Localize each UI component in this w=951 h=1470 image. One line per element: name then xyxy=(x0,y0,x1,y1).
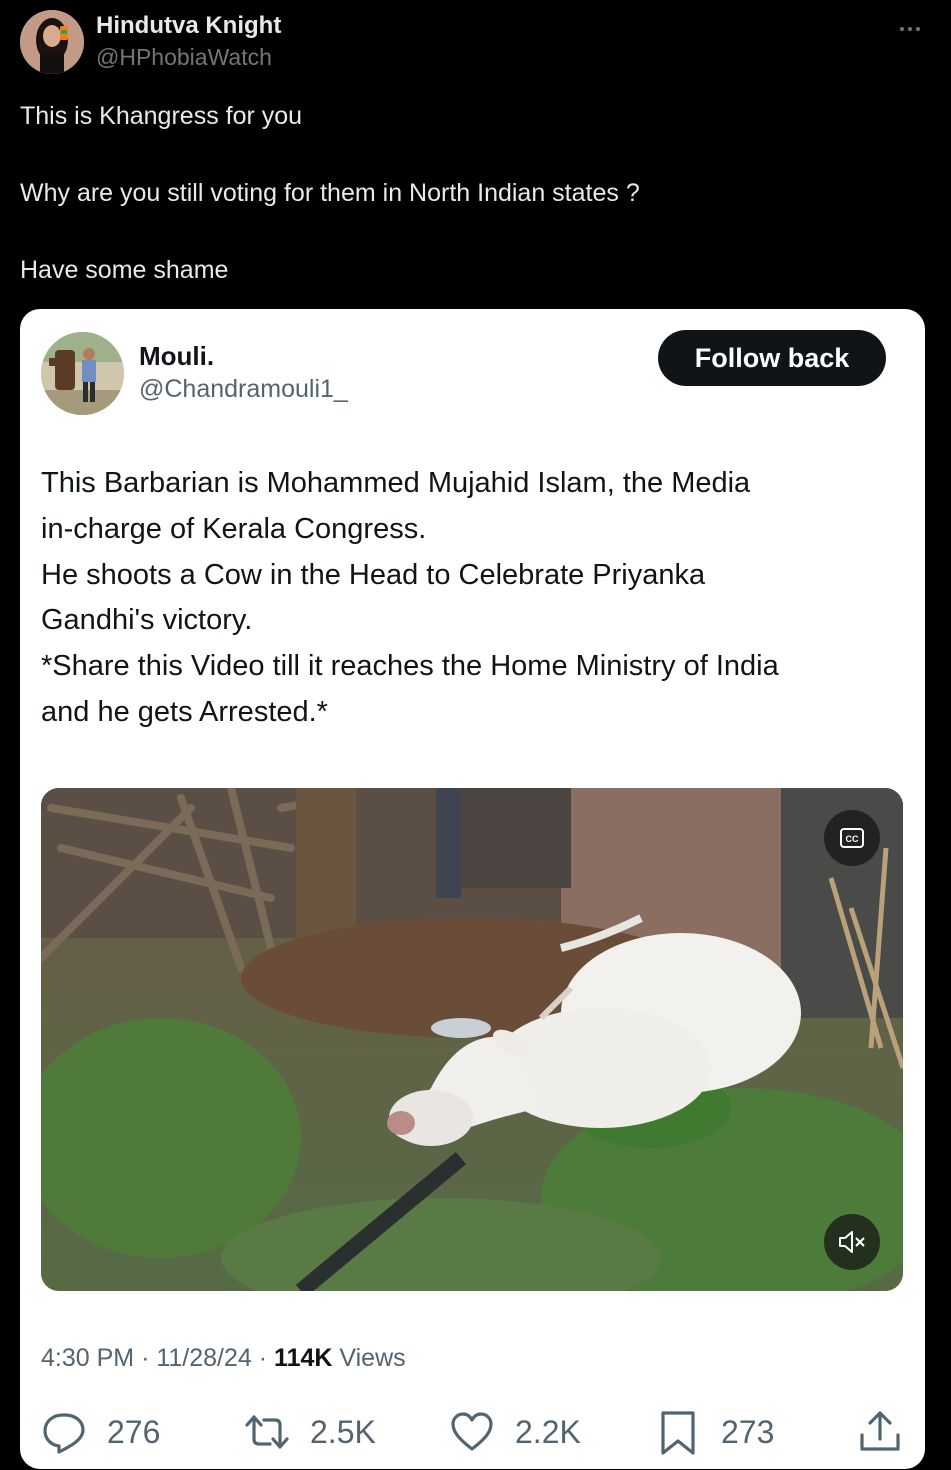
action-bar: 276 2.5K 2.2K 273 xyxy=(41,1404,905,1460)
bookmark-count: 273 xyxy=(721,1413,775,1450)
like-button[interactable]: 2.2K xyxy=(449,1404,581,1460)
tweet-text-line: This is Khangress for you xyxy=(20,102,303,130)
quoted-author-name[interactable]: Mouli. xyxy=(139,341,214,372)
closed-captions-icon[interactable]: CC xyxy=(824,810,880,866)
author-handle[interactable]: @HPhobiaWatch xyxy=(96,44,272,71)
muted-speaker-icon[interactable] xyxy=(824,1214,880,1270)
author-name[interactable]: Hindutva Knight xyxy=(96,12,281,40)
bookmark-button[interactable]: 273 xyxy=(655,1404,774,1460)
meta-separator: · xyxy=(258,1344,268,1372)
quoted-avatar-image xyxy=(41,332,124,415)
tweet-date[interactable]: 11/28/24 xyxy=(156,1344,251,1372)
reply-icon xyxy=(43,1413,85,1454)
quoted-author-handle[interactable]: @Chandramouli1_ xyxy=(139,375,348,404)
video-player[interactable]: CC xyxy=(41,788,903,1291)
tweet-text-line: Why are you still voting for them in Nor… xyxy=(20,179,640,207)
quoted-tweet-card[interactable]: Mouli. @Chandramouli1_ Follow back This … xyxy=(20,309,925,1469)
repost-count: 2.5K xyxy=(310,1413,376,1450)
quoted-avatar[interactable] xyxy=(41,332,124,415)
repost-icon xyxy=(245,1415,289,1449)
quoted-text-line: This Barbarian is Mohammed Mujahid Islam… xyxy=(41,467,751,499)
quoted-text-line: Gandhi's victory. xyxy=(41,604,253,637)
cc-label: CC xyxy=(846,834,859,844)
quoted-text-line: He shoots a Cow in the Head to Celebrate… xyxy=(41,558,706,591)
repost-button[interactable]: 2.5K xyxy=(244,1404,376,1460)
avatar-image xyxy=(20,10,84,74)
share-button[interactable] xyxy=(857,1404,903,1460)
video-frame xyxy=(41,788,903,1291)
views-count[interactable]: 114K xyxy=(274,1344,332,1372)
quoted-text-line: and he gets Arrested.* xyxy=(41,695,328,728)
share-icon xyxy=(860,1411,900,1451)
tweet-text-line: Have some shame xyxy=(20,256,229,284)
meta-separator: · xyxy=(141,1344,150,1372)
bookmark-icon xyxy=(661,1411,695,1455)
follow-back-button[interactable]: Follow back xyxy=(658,330,886,386)
outer-tweet-header: Hindutva Knight @HPhobiaWatch xyxy=(20,10,931,76)
heart-icon xyxy=(451,1412,493,1451)
like-count: 2.2K xyxy=(515,1413,581,1450)
tweet-time[interactable]: 4:30 PM xyxy=(41,1344,134,1372)
quoted-text-line: *Share this Video till it reaches the Ho… xyxy=(41,650,779,683)
quoted-tweet-text: This Barbarian is Mohammed Mujahid Islam… xyxy=(41,461,911,736)
more-icon[interactable] xyxy=(897,16,923,42)
avatar[interactable] xyxy=(20,10,84,74)
views-label: Views xyxy=(339,1344,406,1372)
reply-count: 276 xyxy=(107,1413,161,1450)
tweet-text: This is Khangress for you Why are you st… xyxy=(20,97,920,290)
reply-button[interactable]: 276 xyxy=(41,1404,160,1460)
quoted-text-line: in-charge of Kerala Congress. xyxy=(41,512,427,545)
tweet-metadata: 4:30 PM · 11/28/24 · 114K Views xyxy=(41,1344,406,1373)
